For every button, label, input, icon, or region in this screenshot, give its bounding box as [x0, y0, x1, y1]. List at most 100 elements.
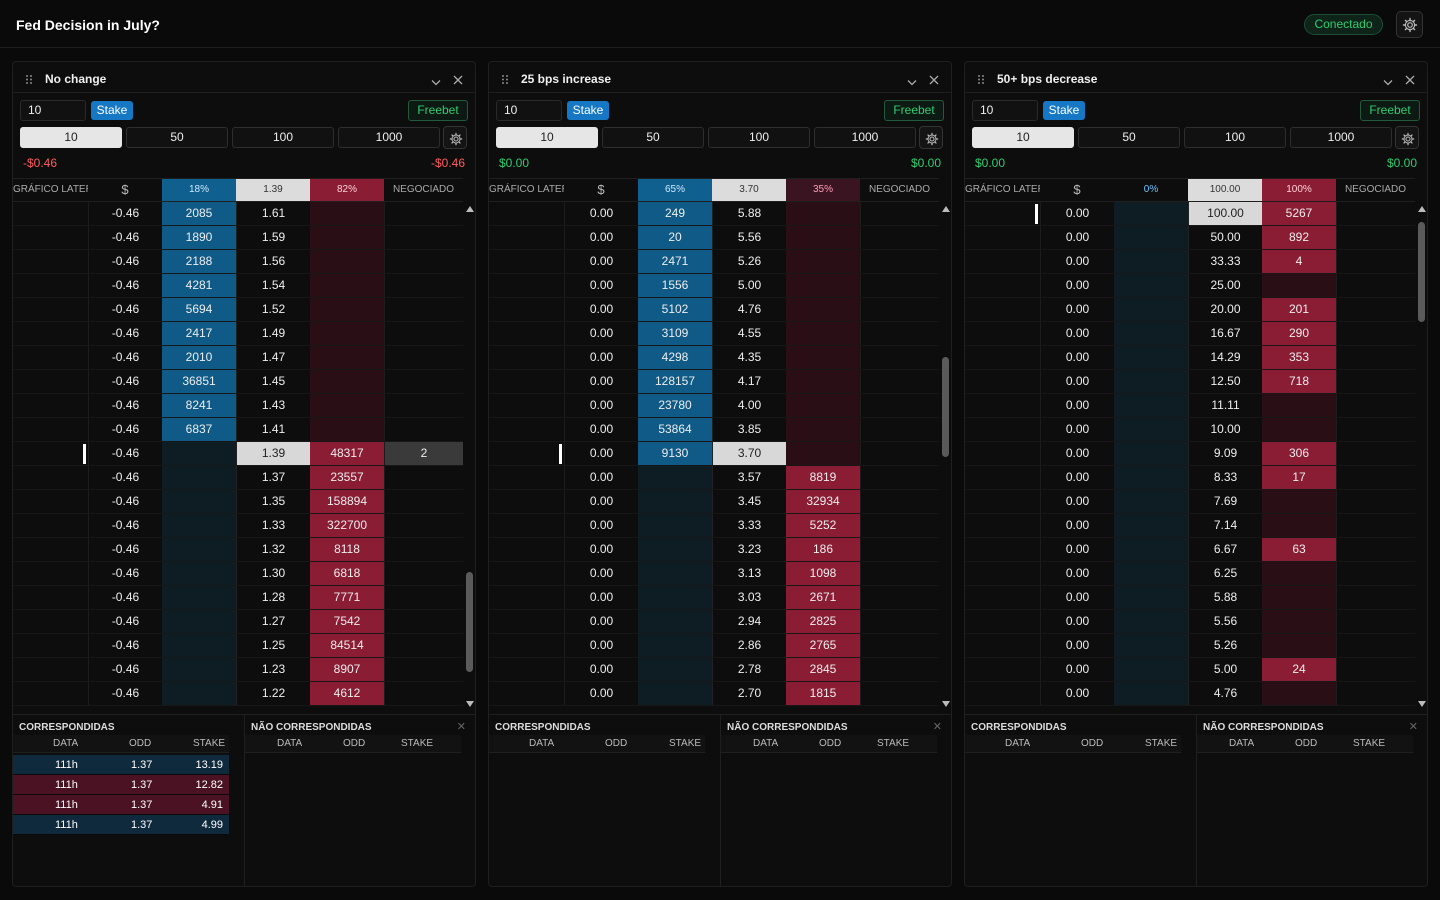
back-cell[interactable]	[1114, 490, 1188, 513]
back-cell[interactable]	[638, 634, 712, 657]
lay-cell[interactable]: 63	[1262, 538, 1336, 561]
back-cell[interactable]	[1114, 418, 1188, 441]
back-cell[interactable]	[638, 682, 712, 705]
back-cell[interactable]: 36851	[162, 370, 236, 393]
lay-cell[interactable]: 1098	[786, 562, 860, 585]
stake-input[interactable]: 10	[20, 100, 86, 121]
panel-settings-button[interactable]	[443, 126, 467, 149]
lay-cell[interactable]	[310, 202, 384, 225]
matched-bet-row[interactable]: 111h 1.37 4.99	[13, 815, 229, 835]
matched-bet-row[interactable]: 111h 1.37 13.19	[13, 755, 229, 775]
close-icon[interactable]	[453, 72, 463, 90]
back-cell[interactable]	[1114, 586, 1188, 609]
lay-cell[interactable]	[310, 298, 384, 321]
back-cell[interactable]	[162, 682, 236, 705]
scroll-down-icon[interactable]	[942, 701, 950, 707]
matched-bet-row[interactable]: 111h 1.37 12.82	[13, 775, 229, 795]
lay-cell[interactable]: 5267	[1262, 202, 1336, 225]
lay-cell[interactable]	[786, 418, 860, 441]
lay-cell[interactable]: 32934	[786, 490, 860, 513]
scroll-thumb[interactable]	[942, 357, 949, 457]
back-cell[interactable]	[162, 562, 236, 585]
lay-cell[interactable]: 2845	[786, 658, 860, 681]
back-cell[interactable]	[1114, 394, 1188, 417]
lay-cell[interactable]	[310, 274, 384, 297]
lay-cell[interactable]	[1262, 634, 1336, 657]
lay-cell[interactable]	[786, 394, 860, 417]
lay-cell[interactable]: 718	[1262, 370, 1336, 393]
lay-cell[interactable]: 1815	[786, 682, 860, 705]
preset-stake-button[interactable]: 10	[20, 127, 122, 148]
back-cell[interactable]	[1114, 346, 1188, 369]
back-cell[interactable]	[162, 514, 236, 537]
preset-stake-button[interactable]: 1000	[338, 127, 440, 148]
lay-cell[interactable]: 306	[1262, 442, 1336, 465]
back-cell[interactable]	[162, 442, 236, 465]
lay-cell[interactable]: 84514	[310, 634, 384, 657]
lay-cell[interactable]: 4612	[310, 682, 384, 705]
lay-cell[interactable]	[1262, 490, 1336, 513]
drag-handle-icon[interactable]	[25, 72, 33, 90]
back-cell[interactable]	[1114, 538, 1188, 561]
ladder-scrollbar[interactable]	[464, 202, 475, 710]
back-cell[interactable]: 3109	[638, 322, 712, 345]
back-cell[interactable]	[1114, 466, 1188, 489]
preset-stake-button[interactable]: 50	[126, 127, 228, 148]
lay-cell[interactable]	[310, 322, 384, 345]
back-cell[interactable]	[1114, 562, 1188, 585]
scroll-up-icon[interactable]	[466, 206, 474, 212]
lay-cell[interactable]	[786, 346, 860, 369]
back-cell[interactable]	[1114, 274, 1188, 297]
back-cell[interactable]: 9130	[638, 442, 712, 465]
lay-cell[interactable]: 322700	[310, 514, 384, 537]
back-cell[interactable]	[162, 538, 236, 561]
back-cell[interactable]: 4281	[162, 274, 236, 297]
lay-cell[interactable]	[1262, 586, 1336, 609]
lay-cell[interactable]	[1262, 394, 1336, 417]
back-cell[interactable]: 23780	[638, 394, 712, 417]
lay-cell[interactable]: 201	[1262, 298, 1336, 321]
lay-cell[interactable]: 2765	[786, 634, 860, 657]
back-cell[interactable]: 8241	[162, 394, 236, 417]
lay-cell[interactable]: 6818	[310, 562, 384, 585]
ladder-scrollbar[interactable]	[1416, 202, 1427, 710]
lay-cell[interactable]	[1262, 418, 1336, 441]
lay-cell[interactable]: 2825	[786, 610, 860, 633]
matched-bet-row[interactable]: 111h 1.37 4.91	[13, 795, 229, 815]
back-cell[interactable]: 2010	[162, 346, 236, 369]
scroll-down-icon[interactable]	[466, 701, 474, 707]
back-cell[interactable]: 2188	[162, 250, 236, 273]
back-cell[interactable]	[162, 586, 236, 609]
preset-stake-button[interactable]: 10	[496, 127, 598, 148]
lay-cell[interactable]: 290	[1262, 322, 1336, 345]
lay-cell[interactable]	[786, 250, 860, 273]
back-cell[interactable]	[1114, 322, 1188, 345]
back-cell[interactable]	[1114, 370, 1188, 393]
scroll-up-icon[interactable]	[1418, 206, 1426, 212]
back-cell[interactable]	[638, 466, 712, 489]
lay-cell[interactable]	[310, 226, 384, 249]
close-icon[interactable]	[1405, 72, 1415, 90]
preset-stake-button[interactable]: 1000	[1290, 127, 1392, 148]
lay-cell[interactable]: 5252	[786, 514, 860, 537]
back-cell[interactable]	[1114, 682, 1188, 705]
lay-cell[interactable]: 7542	[310, 610, 384, 633]
back-cell[interactable]	[638, 514, 712, 537]
back-cell[interactable]	[1114, 610, 1188, 633]
lay-cell[interactable]: 7771	[310, 586, 384, 609]
back-cell[interactable]: 128157	[638, 370, 712, 393]
back-cell[interactable]	[1114, 202, 1188, 225]
back-cell[interactable]	[1114, 514, 1188, 537]
back-cell[interactable]	[162, 634, 236, 657]
lay-cell[interactable]	[310, 370, 384, 393]
lay-cell[interactable]: 24	[1262, 658, 1336, 681]
back-cell[interactable]	[638, 658, 712, 681]
back-cell[interactable]: 5694	[162, 298, 236, 321]
preset-stake-button[interactable]: 100	[1184, 127, 1286, 148]
preset-stake-button[interactable]: 50	[602, 127, 704, 148]
lay-cell[interactable]	[310, 250, 384, 273]
back-cell[interactable]	[162, 658, 236, 681]
lay-cell[interactable]: 4	[1262, 250, 1336, 273]
drag-handle-icon[interactable]	[977, 72, 985, 90]
back-cell[interactable]: 1556	[638, 274, 712, 297]
